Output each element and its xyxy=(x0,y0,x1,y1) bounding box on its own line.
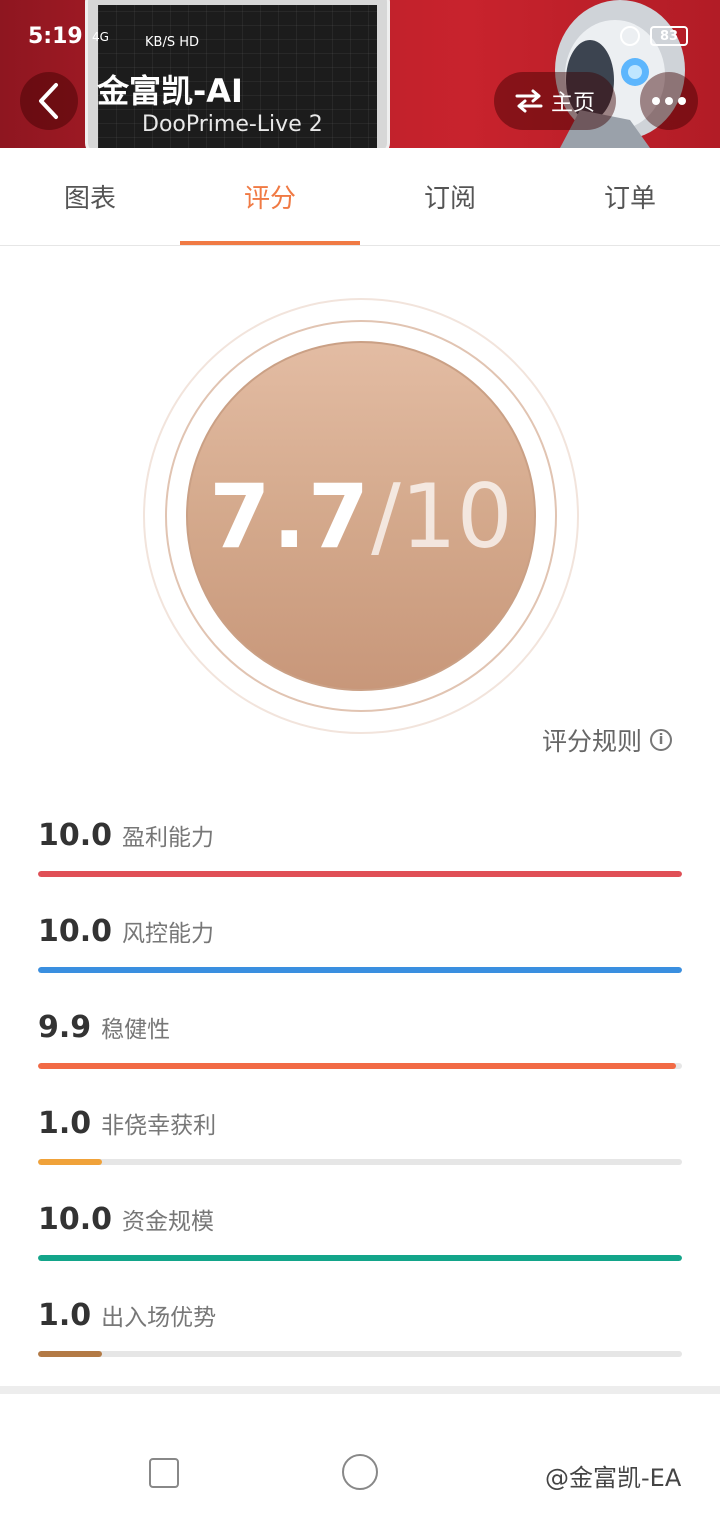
score-value: 7.7 xyxy=(209,464,372,568)
network-indicator: 4G xyxy=(92,30,109,44)
metric-stability: 9.9 稳健性 xyxy=(38,1010,682,1069)
tab-chart[interactable]: 图表 xyxy=(0,148,180,245)
metric-bar-track xyxy=(38,1351,682,1357)
account-subtitle: DooPrime-Live 2 xyxy=(142,112,323,137)
info-icon: i xyxy=(650,729,673,751)
metric-value: 10.0 xyxy=(38,1202,113,1237)
score-rules-label: 评分规则 xyxy=(542,727,643,756)
section-divider xyxy=(0,1386,720,1394)
metric-label: 资金规模 xyxy=(122,1209,215,1235)
system-nav-bar: @金富凯-EA xyxy=(0,1428,720,1520)
tab-orders[interactable]: 订单 xyxy=(540,148,720,245)
metric-bar-fill xyxy=(38,1159,103,1165)
swap-icon xyxy=(515,89,543,113)
metric-profitability: 10.0 盈利能力 xyxy=(38,818,682,877)
metric-risk-control: 10.0 风控能力 xyxy=(38,914,682,973)
tab-score[interactable]: 评分 xyxy=(180,148,360,245)
score-total: 10 xyxy=(400,464,513,568)
chevron-left-icon xyxy=(39,83,58,119)
score-rules-link[interactable]: 评分规则 i xyxy=(542,722,673,758)
metric-bar-fill xyxy=(38,871,682,877)
metric-label: 出入场优势 xyxy=(101,1305,217,1331)
metric-label: 非侥幸获利 xyxy=(101,1113,217,1139)
home-button[interactable]: 主页 xyxy=(494,72,616,130)
recent-apps-button[interactable] xyxy=(149,1458,179,1488)
metric-bar-track xyxy=(38,1159,682,1165)
metric-value: 9.9 xyxy=(38,1010,92,1045)
more-dots-icon xyxy=(652,97,660,105)
metric-value: 1.0 xyxy=(38,1106,92,1141)
speed-indicator: KB/S HD xyxy=(145,35,199,50)
watermark-text: @金富凯-EA xyxy=(545,1464,682,1492)
status-time: 5:19 xyxy=(28,24,83,49)
metric-bar-fill xyxy=(38,1063,676,1069)
battery-indicator: 83 xyxy=(650,26,688,46)
metric-bar-fill xyxy=(38,1255,682,1261)
page-title: 金富凯-AI xyxy=(97,72,243,110)
metric-bar-track xyxy=(38,967,682,973)
home-label: 主页 xyxy=(550,91,595,116)
metric-label: 风控能力 xyxy=(122,921,215,947)
metric-entry-exit: 1.0 出入场优势 xyxy=(38,1298,682,1357)
home-nav-button[interactable] xyxy=(342,1454,378,1490)
metric-label: 稳健性 xyxy=(101,1017,171,1043)
more-button[interactable] xyxy=(640,72,698,130)
score-slash: / xyxy=(371,464,401,568)
metric-value: 10.0 xyxy=(38,818,113,853)
metric-bar-fill xyxy=(38,1351,103,1357)
metric-value: 10.0 xyxy=(38,914,113,949)
metric-fund-scale: 10.0 资金规模 xyxy=(38,1202,682,1261)
score-disc: 7.7/10 xyxy=(186,341,536,691)
header-banner: 5:19 4G KB/S HD 83 金富凯-AI DooPrime-Live … xyxy=(0,0,720,148)
metric-non-luck: 1.0 非侥幸获利 xyxy=(38,1106,682,1165)
metric-bar-track xyxy=(38,1063,682,1069)
back-button[interactable] xyxy=(20,72,78,130)
metric-value: 1.0 xyxy=(38,1298,92,1333)
alarm-icon xyxy=(620,26,640,46)
metric-bar-fill xyxy=(38,967,682,973)
tab-subscribe[interactable]: 订阅 xyxy=(360,148,540,245)
metric-label: 盈利能力 xyxy=(122,825,215,851)
metric-bar-track xyxy=(38,871,682,877)
metric-bar-track xyxy=(38,1255,682,1261)
score-dial: 7.7/10 xyxy=(143,298,579,734)
tab-bar: 图表 评分 订阅 订单 xyxy=(0,148,720,246)
